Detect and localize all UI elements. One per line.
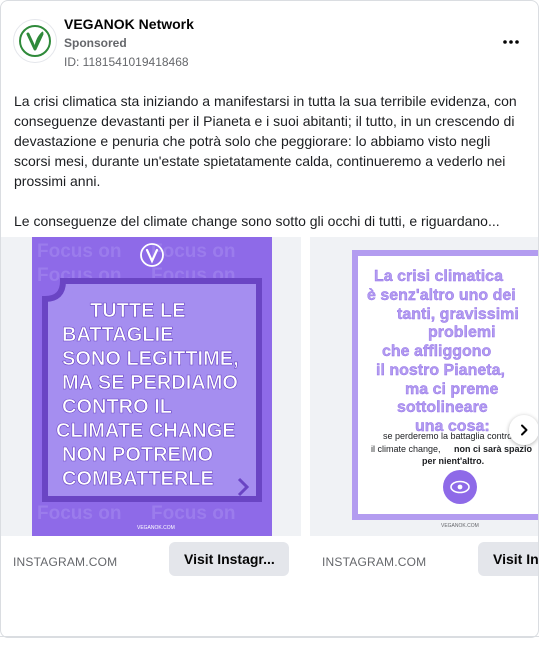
post-paragraph-2: Le conseguenze del climate change sono s… [14,213,500,229]
headline-line: MA SE PERDIAMO [62,372,238,394]
headline-line: è senz'altro uno dei [367,287,516,304]
subtext-line: se perderemo la battaglia contro [383,431,512,441]
headline-line: ma ci preme [405,381,498,398]
subtext-line: il climate change, [371,444,441,454]
bg-text-row: Focus on [37,503,121,524]
headline-line: SONO LEGITTIME, [62,348,239,370]
bg-text-row: Focus on [151,241,235,262]
headline-line: BATTAGLIE [62,324,173,346]
subtext-line: per nient'altro. [422,456,484,466]
carousel-next-button[interactable] [509,415,538,445]
post-body: La crisi climatica sta iniziando a manif… [14,91,529,231]
headline-line: problemi [428,324,496,341]
slide-footer-text: VEGANOK.COM [137,525,175,531]
subtext-bold: non ci sarà spazio [454,444,533,454]
more-options-button[interactable] [498,29,524,55]
card-bottom-border [0,636,539,637]
slide-2-domain: INSTAGRAM.COM [322,555,427,569]
headline-line: il nostro Pianeta, [376,362,505,379]
headline-line: che affliggono [382,343,492,360]
post-paragraph-1: La crisi climatica sta iniziando a manif… [14,93,517,189]
sponsored-label: Sponsored [64,36,127,50]
slide-1-domain: INSTAGRAM.COM [13,555,118,569]
slide-2-image[interactable]: La crisi climatica è senz'altro uno dei … [310,237,538,536]
media-carousel: Focus on Focus on Focus on Focus on Focu… [1,237,538,587]
chevron-right-icon [521,424,528,436]
veganok-logo-icon [19,25,51,57]
headline-line: CLIMATE CHANGE [56,420,236,442]
headline-line: tanti, gravissimi [397,306,519,323]
ad-card: VEGANOK Network Sponsored ID: 1181541019… [0,0,539,638]
slide-2-visit-button[interactable]: Visit Instagram [478,542,538,576]
headline-line: sottolineare [397,399,488,416]
page-avatar[interactable] [13,19,57,63]
headline-line: TUTTE LE [90,300,186,322]
headline-line: NON POTREMO [62,444,213,466]
ad-id: ID: 1181541019418468 [64,55,189,69]
bg-text-row: Focus on [37,241,121,262]
bg-text-row: Focus on [151,503,235,524]
headline-line: COMBATTERLE [62,468,214,490]
headline-line: CONTRO IL [62,396,172,418]
more-options-icon [503,40,519,44]
page-name[interactable]: VEGANOK Network [64,16,194,32]
headline-line: La crisi climatica [374,268,503,285]
slide-footer-text: VEGANOK.COM [441,523,479,529]
slide-1-image[interactable]: Focus on Focus on Focus on Focus on Focu… [1,237,301,536]
slide-1-visit-button[interactable]: Visit Instagr... [169,542,289,576]
